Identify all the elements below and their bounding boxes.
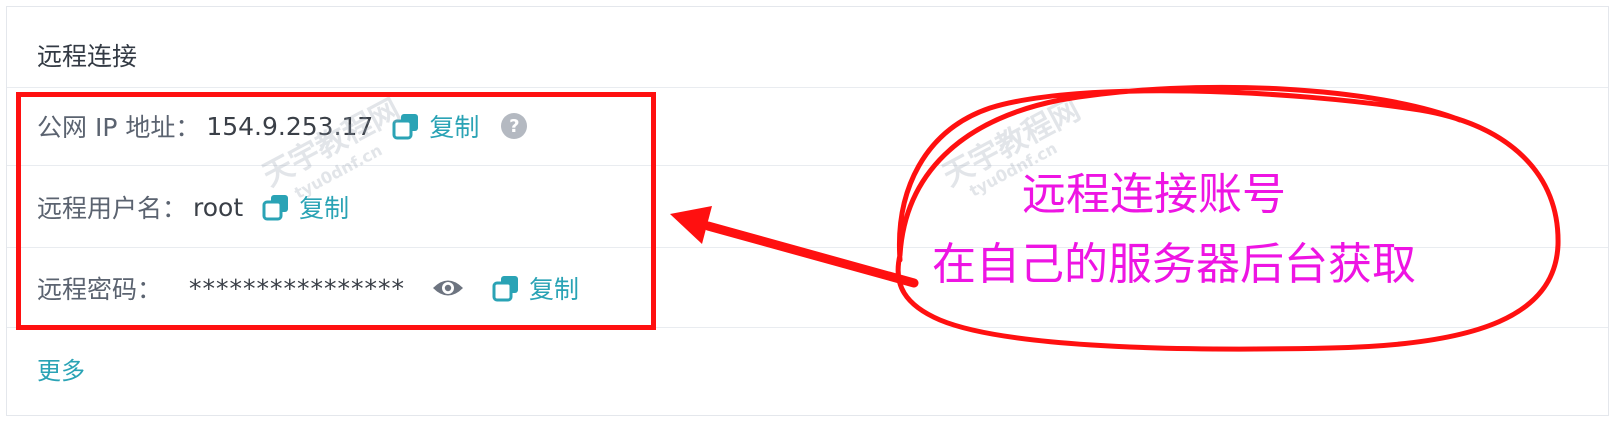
callout-line-1: 远程连接账号 [1022, 169, 1286, 220]
copy-password-button[interactable]: 复制 [491, 270, 579, 306]
remote-connection-card: 远程连接 公网 IP 地址： 154.9.253.17 复制 ? 远程用户名： … [6, 6, 1609, 416]
help-icon[interactable]: ? [501, 113, 528, 139]
eye-icon[interactable] [431, 275, 465, 301]
copy-ip-button[interactable]: 复制 [391, 108, 479, 144]
password-value: **************** [189, 273, 405, 303]
username-value: root [193, 192, 244, 222]
public-ip-label: 公网 IP 地址： [37, 113, 201, 142]
copy-icon [492, 276, 518, 302]
copy-icon [262, 195, 289, 221]
divider [7, 327, 1608, 328]
username-label: 远程用户名： [37, 194, 188, 223]
callout-line-2: 在自己的服务器后台获取 [932, 239, 1416, 290]
divider [7, 87, 1608, 88]
card-title: 远程连接 [37, 42, 138, 71]
copy-ip-label: 复制 [429, 113, 480, 142]
password-label: 远程密码： [37, 275, 163, 304]
more-link[interactable]: 更多 [37, 351, 85, 386]
divider [7, 165, 1608, 166]
password-row: 远程密码： **************** 复制 [37, 268, 579, 308]
copy-password-label: 复制 [529, 275, 580, 304]
